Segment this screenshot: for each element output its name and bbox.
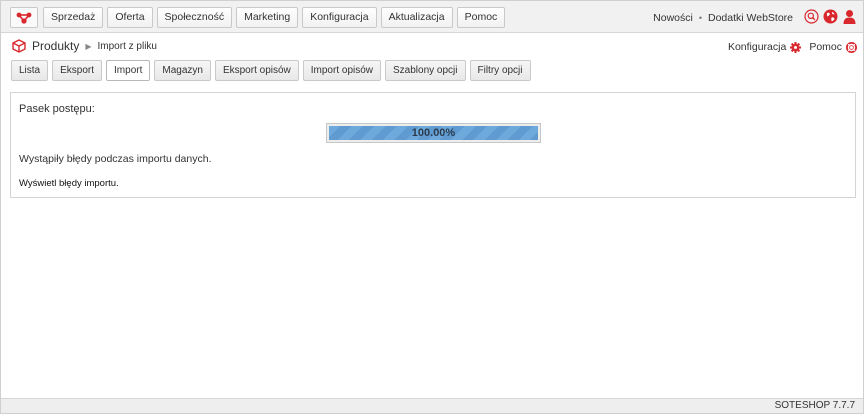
link-separator: • [698, 13, 702, 23]
tab-export-descriptions[interactable]: Eksport opisów [214, 60, 299, 81]
progress-bar: 100.00% [326, 123, 541, 143]
top-icons [804, 9, 857, 24]
cube-icon [12, 39, 26, 53]
search-button[interactable] [804, 9, 819, 24]
home-logo-button[interactable] [10, 7, 38, 28]
globe-icon [823, 9, 838, 24]
menu-item-offer[interactable]: Oferta [107, 7, 153, 28]
help-link[interactable]: Pomoc [809, 41, 842, 53]
tab-export[interactable]: Eksport [52, 60, 103, 81]
module-tools: Konfiguracja Pomoc [728, 41, 857, 53]
import-status-panel: Pasek postępu: 100.00% Wystąpiły błędy p… [10, 92, 856, 198]
menu-item-help[interactable]: Pomoc [456, 7, 506, 28]
version-label: SOTESHOP 7.7.7 [774, 400, 855, 411]
user-button[interactable] [842, 9, 857, 24]
news-link[interactable]: Nowości [653, 12, 693, 24]
menu-item-marketing[interactable]: Marketing [236, 7, 299, 28]
top-navigation-bar: Sprzedaż Oferta Społeczność Marketing Ko… [1, 1, 863, 33]
user-icon [843, 10, 856, 24]
menu-item-update[interactable]: Aktualizacja [380, 7, 453, 28]
soteshop-logo-icon [16, 12, 32, 24]
progress-track: 100.00% [329, 126, 538, 140]
breadcrumb-arrow-icon: ▶ [85, 41, 92, 51]
gear-icon[interactable] [790, 41, 802, 53]
menu-item-sales[interactable]: Sprzedaż [43, 7, 104, 28]
webstore-addons-link[interactable]: Dodatki WebStore [708, 12, 793, 24]
breadcrumb-section[interactable]: Produkty [32, 39, 79, 53]
show-import-errors-link[interactable]: Wyświetl błędy importu. [19, 178, 119, 189]
tab-stock[interactable]: Magazyn [154, 60, 211, 81]
tab-import[interactable]: Import [106, 60, 151, 81]
globe-button[interactable] [823, 9, 838, 24]
module-tabs: Lista Eksport Import Magazyn Eksport opi… [11, 60, 531, 81]
lifebuoy-icon[interactable] [846, 41, 857, 53]
menu-item-configuration[interactable]: Konfiguracja [302, 7, 377, 28]
footer: SOTESHOP 7.7.7 [1, 398, 863, 413]
menu-item-community[interactable]: Społeczność [156, 7, 233, 28]
import-error-message: Wystąpiły błędy podczas importu danych. [19, 153, 212, 165]
app-window: Sprzedaż Oferta Społeczność Marketing Ko… [0, 0, 864, 414]
breadcrumb-current-page: Import z pliku [97, 40, 157, 52]
progress-label: Pasek postępu: [19, 103, 95, 115]
main-menu: Sprzedaż Oferta Społeczność Marketing Ko… [43, 7, 506, 28]
tab-import-descriptions[interactable]: Import opisów [302, 60, 382, 81]
top-links: Nowości • Dodatki WebStore [653, 12, 793, 24]
tab-list[interactable]: Lista [11, 60, 49, 81]
tab-option-filters[interactable]: Filtry opcji [469, 60, 531, 81]
tab-option-templates[interactable]: Szablony opcji [385, 60, 466, 81]
config-link[interactable]: Konfiguracja [728, 41, 786, 53]
breadcrumb: Produkty ▶ Import z pliku [12, 39, 157, 53]
progress-value: 100.00% [411, 127, 456, 139]
search-icon [804, 9, 819, 24]
